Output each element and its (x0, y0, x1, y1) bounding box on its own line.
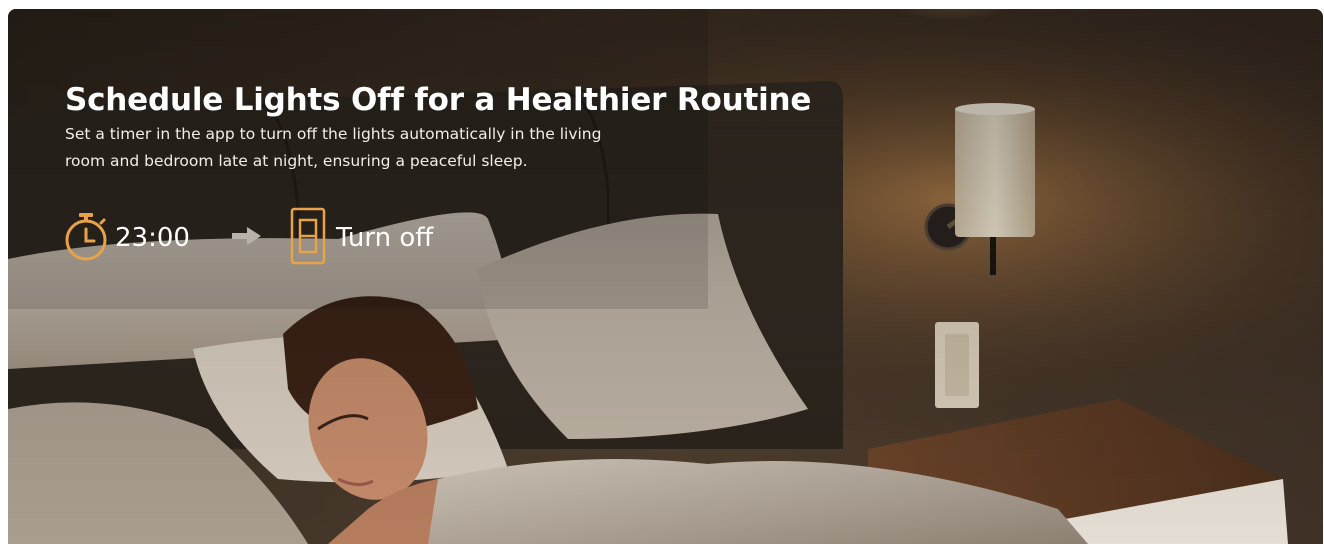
schedule-flow: 23:00 Turn off (63, 207, 434, 270)
banner-title: Schedule Lights Off for a Healthier Rout… (65, 82, 812, 118)
light-switch-icon (290, 207, 326, 270)
banner-description: Set a timer in the app to turn off the l… (65, 125, 602, 170)
timer-icon (63, 211, 109, 266)
banner-text: Schedule Lights Off for a Healthier Rout… (65, 81, 811, 175)
schedule-action: Turn off (335, 223, 434, 253)
arrow-right-icon (231, 226, 262, 251)
schedule-banner: Schedule Lights Off for a Healthier Rout… (8, 9, 1323, 544)
schedule-time: 23:00 (115, 223, 190, 253)
